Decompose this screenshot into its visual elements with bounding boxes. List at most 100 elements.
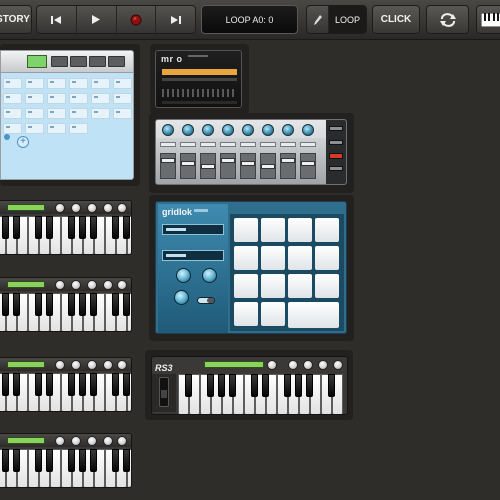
mixer-knob[interactable]: [302, 124, 314, 136]
black-key[interactable]: [2, 373, 9, 396]
black-key[interactable]: [2, 293, 9, 316]
keyboard-synth[interactable]: [0, 200, 132, 255]
black-key[interactable]: [35, 449, 42, 472]
black-key[interactable]: [229, 374, 236, 397]
keyboard-knob[interactable]: [55, 360, 65, 370]
gridlok-sample-selector[interactable]: [162, 250, 224, 261]
black-key[interactable]: [79, 216, 86, 239]
gridlok-module[interactable]: gridlok: [155, 201, 347, 334]
sequencer-pattern-cell[interactable]: [69, 123, 88, 134]
sync-button[interactable]: [426, 5, 469, 34]
sequencer-button[interactable]: [89, 56, 106, 67]
keyboard-button[interactable]: [476, 5, 500, 34]
black-key[interactable]: [328, 374, 335, 397]
mixer-record-button[interactable]: [329, 153, 343, 159]
black-key[interactable]: [123, 216, 130, 239]
keyboard-knob[interactable]: [103, 280, 113, 290]
black-key[interactable]: [90, 373, 97, 396]
black-key[interactable]: [35, 373, 42, 396]
keyboard-knob[interactable]: [71, 360, 81, 370]
drum-pad[interactable]: [288, 274, 312, 298]
mixer-channel-button[interactable]: [180, 142, 196, 147]
rs3-keyboard[interactable]: RS3: [151, 356, 348, 415]
sequencer-pattern-cell[interactable]: [47, 78, 66, 89]
mixer-master-button[interactable]: [329, 166, 343, 171]
black-key[interactable]: [262, 374, 269, 397]
drum-pad[interactable]: [315, 218, 339, 242]
black-key[interactable]: [13, 373, 20, 396]
sequencer-pattern-cell[interactable]: [47, 108, 66, 119]
keyboard-knob[interactable]: [87, 360, 97, 370]
mixer-fader[interactable]: [241, 161, 255, 166]
sequencer-pattern-cell[interactable]: [25, 93, 44, 104]
drum-pad[interactable]: [288, 302, 339, 328]
black-key[interactable]: [79, 373, 86, 396]
gridlok-toggle[interactable]: [197, 297, 215, 304]
sequencer-pattern-cell[interactable]: [113, 108, 132, 119]
drum-pad[interactable]: [234, 246, 258, 270]
keyboard-knob[interactable]: [303, 360, 313, 370]
drum-pad[interactable]: [261, 274, 285, 298]
drum-pad[interactable]: [315, 246, 339, 270]
gridlok-knob[interactable]: [202, 268, 217, 283]
black-key[interactable]: [123, 449, 130, 472]
sequencer-pattern-cell[interactable]: [69, 108, 88, 119]
black-key[interactable]: [185, 374, 192, 397]
keyboard-knob[interactable]: [333, 360, 343, 370]
play-button[interactable]: [77, 6, 117, 33]
sequencer-button[interactable]: [70, 56, 87, 67]
mixer-channel-button[interactable]: [220, 142, 236, 147]
gridlok-knob[interactable]: [174, 290, 189, 305]
sequencer-pattern-cell[interactable]: [3, 78, 22, 89]
sequencer-pattern-cell[interactable]: [3, 93, 22, 104]
drum-pad[interactable]: [234, 302, 258, 326]
gridlok-knob[interactable]: [176, 268, 191, 283]
sequencer-pattern-cell[interactable]: [69, 93, 88, 104]
click-button[interactable]: CLICK: [372, 5, 420, 34]
gridlok-kit-selector[interactable]: [162, 224, 224, 235]
sequencer-pattern-cell[interactable]: [25, 78, 44, 89]
keyboard-knob[interactable]: [55, 436, 65, 446]
black-key[interactable]: [68, 449, 75, 472]
sequencer-pattern-cell[interactable]: [25, 123, 44, 134]
black-key[interactable]: [295, 374, 302, 397]
mixer-fader[interactable]: [181, 161, 195, 166]
keyboard-knob[interactable]: [71, 280, 81, 290]
keyboard-knob[interactable]: [71, 436, 81, 446]
black-key[interactable]: [46, 449, 53, 472]
keyboard-knob[interactable]: [71, 203, 81, 213]
keyboard-knob[interactable]: [87, 280, 97, 290]
sequencer-pattern-cell[interactable]: [47, 93, 66, 104]
keyboard-knob[interactable]: [318, 360, 328, 370]
keyboard-knob[interactable]: [87, 436, 97, 446]
keyboard-knob[interactable]: [103, 436, 113, 446]
black-key[interactable]: [112, 216, 119, 239]
black-key[interactable]: [207, 374, 214, 397]
black-key[interactable]: [112, 449, 119, 472]
record-button[interactable]: [117, 6, 157, 33]
black-key[interactable]: [2, 449, 9, 472]
sequencer-pattern-cell[interactable]: [3, 108, 22, 119]
sequencer-pattern-cell[interactable]: [91, 78, 110, 89]
mixer-fader[interactable]: [281, 158, 295, 163]
drum-pad[interactable]: [288, 218, 312, 242]
keyboard-knob[interactable]: [117, 280, 127, 290]
black-key[interactable]: [112, 293, 119, 316]
mixer-channel-button[interactable]: [300, 142, 316, 147]
sequencer-button[interactable]: [51, 56, 68, 67]
mixer-channel-button[interactable]: [160, 142, 176, 147]
mixer-knob[interactable]: [262, 124, 274, 136]
drum-pad[interactable]: [261, 218, 285, 242]
sequencer-pattern-cell[interactable]: [113, 78, 132, 89]
black-key[interactable]: [123, 293, 130, 316]
black-key[interactable]: [123, 373, 130, 396]
mixer-fader[interactable]: [301, 161, 315, 166]
mixer-master-button[interactable]: [329, 140, 343, 145]
mixer-channel-button[interactable]: [260, 142, 276, 147]
mixer-fader[interactable]: [161, 158, 175, 163]
black-key[interactable]: [68, 373, 75, 396]
sequencer-button[interactable]: [108, 56, 125, 67]
sequencer-pattern-cell[interactable]: [91, 93, 110, 104]
drum-pad[interactable]: [261, 302, 285, 326]
mro-module[interactable]: mr o: [155, 50, 242, 108]
